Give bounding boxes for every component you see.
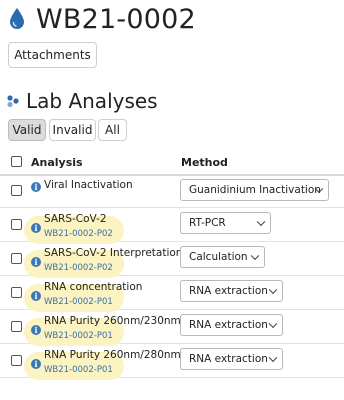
info-icon[interactable]: i [31,223,41,233]
analysis-name: RNA Purity 260nm/280nm [44,349,181,361]
info-icon[interactable]: i [31,291,41,301]
method-select[interactable]: Calculation [180,246,265,268]
chevron-down-icon [268,319,278,329]
analysis-name: SARS-CoV-2 [44,213,107,225]
method-select-value: Guanidinium Inactivation [189,184,321,196]
table-row: i SARS-CoV-2 WB21-0002-P02 RT-PCR [0,207,344,244]
row-checkbox[interactable] [11,287,22,298]
cluster-icon [7,95,19,108]
table-row: i RNA Purity 260nm/280nm WB21-0002-P01 R… [0,343,344,380]
info-icon[interactable]: i [31,182,41,192]
filter-all-button[interactable]: All [98,119,127,141]
chevron-down-icon [250,251,260,261]
method-select-value: RNA extraction [189,353,268,365]
method-select[interactable]: Guanidinium Inactivation [180,179,329,201]
water-drop-icon [10,8,24,29]
row-checkbox[interactable] [11,321,22,332]
column-header-method: Method [181,156,228,169]
chevron-down-icon [256,217,266,227]
attachments-button[interactable]: Attachments [8,42,97,68]
analysis-name: SARS-CoV-2 Interpretation [44,247,183,259]
select-all-checkbox[interactable] [11,156,22,167]
table-header: Analysis Method [0,150,344,176]
sample-link[interactable]: WB21-0002-P02 [44,229,113,239]
filter-invalid-button[interactable]: Invalid [49,119,96,141]
table-row: i RNA concentration WB21-0002-P01 RNA ex… [0,275,344,312]
method-select[interactable]: RNA extraction [180,280,283,302]
sample-title: WB21-0002 [36,3,196,35]
info-icon[interactable]: i [31,257,41,267]
method-select[interactable]: RNA extraction [180,314,283,336]
sample-link[interactable]: WB21-0002-P01 [44,297,113,307]
chevron-down-icon [268,353,278,363]
section-title: Lab Analyses [26,89,158,113]
row-checkbox[interactable] [11,253,22,264]
sample-link[interactable]: WB21-0002-P01 [44,331,113,341]
info-icon[interactable]: i [31,325,41,335]
analysis-name: RNA Purity 260nm/230nm [44,315,181,327]
column-header-analysis: Analysis [31,156,83,169]
method-select-value: RT-PCR [189,217,226,229]
table-row: i Viral Inactivation Guanidinium Inactiv… [0,174,344,208]
method-select-value: Calculation [189,251,248,263]
section-heading: Lab Analyses [6,88,158,114]
filter-valid-button[interactable]: Valid [8,119,46,141]
row-checkbox[interactable] [11,355,22,366]
page: WB21-0002 Attachments Lab Analyses Valid… [0,0,344,400]
analysis-name: RNA concentration [44,281,143,293]
table-row: i SARS-CoV-2 Interpretation WB21-0002-P0… [0,241,344,278]
row-checkbox[interactable] [11,185,22,196]
chevron-down-icon [268,285,278,295]
method-select[interactable]: RNA extraction [180,348,283,370]
method-select-value: RNA extraction [189,285,268,297]
method-select[interactable]: RT-PCR [180,212,271,234]
row-checkbox[interactable] [11,219,22,230]
sample-header: WB21-0002 [8,2,196,36]
table-row: i RNA Purity 260nm/230nm WB21-0002-P01 R… [0,309,344,346]
sample-link[interactable]: WB21-0002-P01 [44,365,113,375]
info-icon[interactable]: i [31,359,41,369]
analysis-name: Viral Inactivation [44,179,133,191]
method-select-value: RNA extraction [189,319,268,331]
sample-link[interactable]: WB21-0002-P02 [44,263,113,273]
